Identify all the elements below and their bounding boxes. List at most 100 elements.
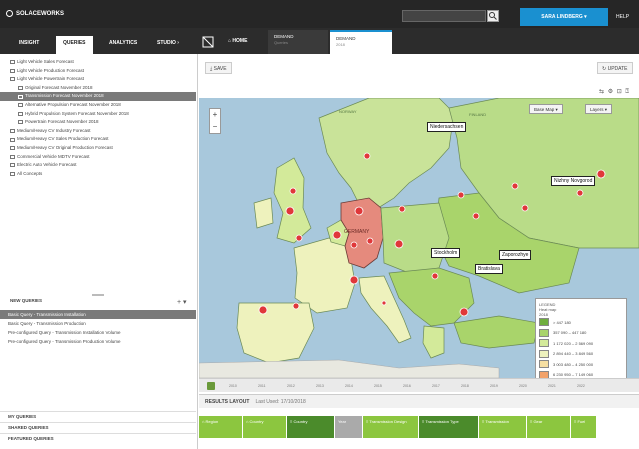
marker[interactable] xyxy=(459,307,469,317)
marker[interactable] xyxy=(472,212,480,220)
play-icon[interactable] xyxy=(207,382,215,390)
new-queries-list: Basic Query - Transmission Installation B… xyxy=(0,310,196,346)
doc-tab-demand-2018[interactable]: DEMAND 2018 xyxy=(330,30,392,54)
folder-icon xyxy=(18,86,23,91)
query-item[interactable]: Pre-configured Query - Transmission Inst… xyxy=(0,328,196,337)
my-queries-section[interactable]: MY QUERIES xyxy=(0,411,196,421)
marker[interactable] xyxy=(521,204,529,212)
refresh-icon: ↻ xyxy=(602,66,607,72)
basemap-dropdown[interactable]: Base Map ▾ xyxy=(529,104,563,114)
tree-item[interactable]: Light Vehicle Powertrain Forecast xyxy=(0,75,196,84)
layout-chip[interactable]: ≡ Transmission Type xyxy=(419,416,479,438)
layers-dropdown[interactable]: Layers ▾ xyxy=(585,104,613,114)
marker[interactable] xyxy=(354,206,364,216)
tree-item[interactable]: Medium/Heavy CV Original Production Fore… xyxy=(0,144,196,153)
region-poland[interactable] xyxy=(380,202,450,274)
panel-resize-handle[interactable] xyxy=(92,294,104,296)
query-item[interactable]: Basic Query - Transmission Installation xyxy=(0,310,196,319)
shared-queries-section[interactable]: SHARED QUERIES xyxy=(0,422,196,432)
tree-item[interactable]: Original Forecast November 2018 xyxy=(0,84,196,93)
marker[interactable] xyxy=(511,182,519,190)
tree-item-label: Hybrid Propulsion System Forecast Novemb… xyxy=(25,110,129,116)
layout-chip[interactable]: ⌂ Country xyxy=(243,416,287,438)
tab-studio[interactable]: STUDIO › xyxy=(150,36,186,54)
region-uk[interactable] xyxy=(273,157,312,244)
marker[interactable] xyxy=(349,275,359,285)
tab-queries[interactable]: QUERIES xyxy=(56,36,93,54)
layout-chip[interactable]: ⌂ Region xyxy=(199,416,243,438)
tab-analytics[interactable]: ANALYTICS xyxy=(102,36,144,54)
search-input[interactable] xyxy=(402,10,486,22)
legend-row[interactable]: 3 003 480 – 4 250 000 xyxy=(539,359,623,370)
tree-item[interactable]: Light Vehicle Production Forecast xyxy=(0,67,196,76)
marker[interactable] xyxy=(363,152,371,160)
region-scandinavia[interactable] xyxy=(318,98,455,211)
help-link[interactable]: HELP xyxy=(616,14,629,20)
zoom-out-button[interactable]: − xyxy=(210,121,220,133)
layout-grid-icon[interactable] xyxy=(202,36,214,48)
legend-row[interactable]: 2 894 440 – 3 849 560 xyxy=(539,349,623,360)
marker[interactable] xyxy=(366,237,374,245)
layout-chip[interactable]: ≡ Transmission Design xyxy=(363,416,419,438)
query-item[interactable]: Basic Query - Transmission Production xyxy=(0,319,196,328)
search-button[interactable] xyxy=(487,10,499,22)
marker[interactable] xyxy=(394,239,404,249)
tree-item[interactable]: Transmission Forecast November 2018 xyxy=(0,92,196,101)
tree-item[interactable]: Medium/Heavy CV Sales Production Forecas… xyxy=(0,135,196,144)
marker[interactable] xyxy=(457,191,465,199)
zoom-in-button[interactable]: + xyxy=(210,109,220,121)
time-slider[interactable]: 2010 2011 2012 2013 2014 2015 2016 2017 2018 2019… xyxy=(199,378,639,392)
marker[interactable] xyxy=(285,206,295,216)
layout-chip[interactable]: ≡ Country xyxy=(287,416,335,438)
region-greece[interactable] xyxy=(422,325,445,359)
results-last-used: Last Used: 17/10/2018 xyxy=(255,399,306,405)
map-view[interactable]: GERMANY NORWAY FINLAND + − Base Map ▾ La… xyxy=(199,98,639,378)
tab-insight[interactable]: INSIGHT xyxy=(12,36,46,54)
doc-tab-subtitle: Queries xyxy=(274,40,289,45)
app-logo[interactable]: SOLACEWORKS xyxy=(6,10,64,17)
doc-tab-queries[interactable]: DEMAND Queries xyxy=(268,30,328,54)
legend-row[interactable]: 357 090 – 447 180 xyxy=(539,328,623,339)
tree-item[interactable]: Electric Auto Vehicle Forecast xyxy=(0,161,196,170)
save-button[interactable]: ⤓ SAVE xyxy=(205,62,232,74)
marker[interactable] xyxy=(292,302,300,310)
region-ireland[interactable] xyxy=(253,197,274,229)
layout-chip[interactable]: ≡ Transmission xyxy=(479,416,527,438)
tree-item[interactable]: Powertrain Forecast November 2018 xyxy=(0,118,196,127)
marker[interactable] xyxy=(398,205,406,213)
tree-item[interactable]: Hybrid Propulsion System Forecast Novemb… xyxy=(0,110,196,119)
map-tool-icons[interactable]: ⇆ ⚙ ⊡ ⍰ xyxy=(599,88,630,96)
marker[interactable] xyxy=(576,189,584,197)
layout-chip[interactable]: ≡ Gear xyxy=(527,416,571,438)
tree-item[interactable]: Alternative Propulsion Forecast November… xyxy=(0,101,196,110)
region-iberia[interactable] xyxy=(236,302,315,364)
marker[interactable] xyxy=(295,234,303,242)
marker[interactable] xyxy=(431,272,439,280)
layout-chip[interactable]: Year xyxy=(335,416,363,438)
region-north-africa xyxy=(199,359,500,378)
user-menu-button[interactable]: SARA LINDBERG ▾ xyxy=(520,8,608,26)
marker[interactable] xyxy=(596,169,606,179)
featured-queries-section[interactable]: FEATURED QUERIES xyxy=(0,433,196,449)
layout-chip[interactable]: ≡ Fuel xyxy=(571,416,597,438)
tree-item[interactable]: Commercial Vehicle MDTV Forecast xyxy=(0,153,196,162)
marker[interactable] xyxy=(289,187,297,195)
legend-row[interactable]: 1 172 020 – 2 569 090 xyxy=(539,338,623,349)
legend-row[interactable]: > 447 180 xyxy=(539,317,623,328)
marker[interactable] xyxy=(350,241,358,249)
tree-item[interactable]: Medium/Heavy CV Industry Forecast xyxy=(0,127,196,136)
results-layout-chips: ⌂ Region ⌂ Country ≡ Country Year ≡ Transmis… xyxy=(199,416,639,438)
tree-item[interactable]: Light Vehicle Sales Forecast xyxy=(0,58,196,67)
query-item[interactable]: Pre-configured Query - Transmission Prod… xyxy=(0,337,196,346)
tree-item[interactable]: All Concepts xyxy=(0,170,196,179)
marker[interactable] xyxy=(332,230,342,240)
map-label-bratislava: Bratislava xyxy=(475,264,503,274)
add-query-icon[interactable]: + ▾ xyxy=(177,298,187,306)
folder-icon xyxy=(10,77,15,82)
marker[interactable] xyxy=(258,305,268,315)
legend-row[interactable]: 6 230 950 – 7 149 060 xyxy=(539,370,623,378)
update-button[interactable]: ↻ UPDATE xyxy=(597,62,633,74)
home-tab[interactable]: ⌂ HOME xyxy=(228,38,247,44)
region-turkey[interactable] xyxy=(453,315,540,349)
marker[interactable] xyxy=(381,300,387,306)
